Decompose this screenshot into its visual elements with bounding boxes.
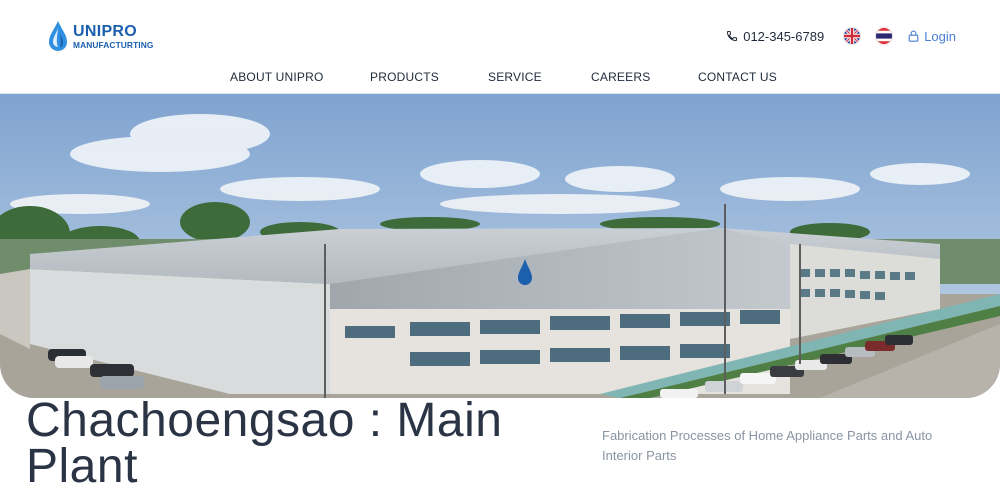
logo[interactable]: UNIPRO MANUFACTURTING [46, 20, 154, 54]
phone-number: 012-345-6789 [743, 28, 825, 44]
factory-aerial-photo [0, 94, 1000, 398]
lock-icon [908, 30, 919, 42]
page-description: Fabrication Processes of Home Appliance … [602, 428, 933, 463]
nav-item-contact[interactable]: CONTACT US [698, 70, 777, 84]
phone-contact[interactable]: 012-345-6789 [726, 29, 824, 44]
brand-name: UNIPRO [73, 23, 138, 41]
header-utilities: 012-345-6789 Login [726, 27, 956, 45]
nav-item-careers[interactable]: CAREERS [591, 70, 650, 84]
english-flag-icon[interactable] [844, 28, 861, 44]
hero-image [0, 94, 1000, 398]
brand-tagline: MANUFACTURTING [73, 40, 154, 51]
page-title: Chachoengsao : Main Plant [26, 394, 503, 493]
nav-item-about[interactable]: ABOUT UNIPRO [230, 70, 324, 84]
nav-item-products[interactable]: PRODUCTS [370, 70, 439, 84]
water-drop-icon [49, 21, 67, 51]
nav-item-service[interactable]: SERVICE [488, 70, 542, 84]
login-link[interactable]: Login [908, 29, 956, 44]
login-label: Login [924, 28, 956, 44]
thai-flag-icon[interactable] [876, 28, 893, 44]
main-nav: ABOUT UNIPRO PRODUCTS SERVICE CAREERS CO… [0, 70, 1000, 86]
phone-icon [727, 31, 738, 42]
site-header: UNIPRO MANUFACTURTING 012-345-6789 Login… [0, 0, 1000, 94]
